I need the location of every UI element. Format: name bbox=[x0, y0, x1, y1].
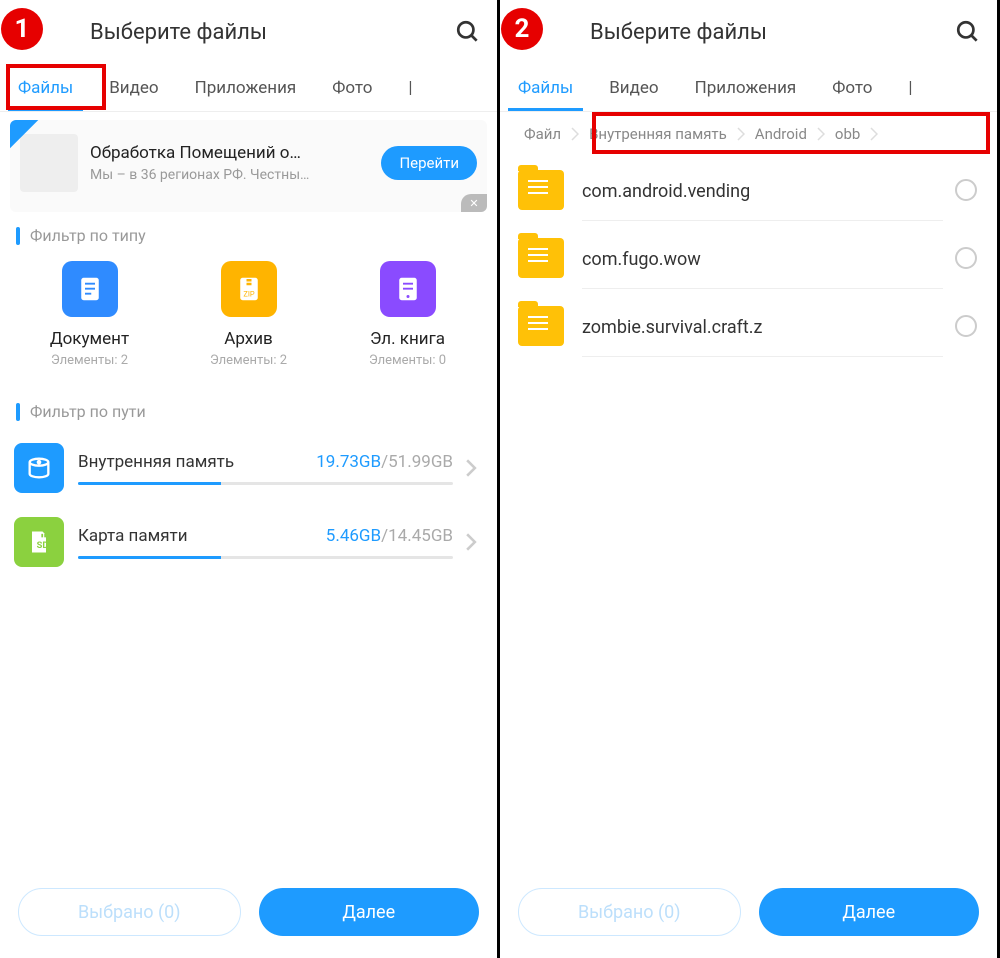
svg-text:ZIP: ZIP bbox=[243, 290, 255, 299]
sdcard-icon: SD bbox=[14, 517, 64, 567]
search-icon[interactable] bbox=[455, 19, 481, 45]
storage-info: Карта памяти 5.46GB/14.45GB bbox=[78, 526, 453, 559]
header: Выберите файлы bbox=[0, 0, 497, 64]
type-document[interactable]: Документ Элементы: 2 bbox=[20, 261, 160, 368]
type-ebook[interactable]: Эл. книга Элементы: 0 bbox=[338, 261, 478, 368]
folder-row[interactable]: zombie.survival.craft.z bbox=[500, 292, 997, 360]
archive-icon: ZIP bbox=[221, 261, 277, 317]
crumb-internal[interactable]: Внутренняя память bbox=[579, 119, 737, 149]
ebook-icon bbox=[380, 261, 436, 317]
type-label: Документ bbox=[20, 329, 160, 349]
step-badge-1: 1 bbox=[1, 8, 43, 50]
header: Выберите файлы bbox=[500, 0, 997, 64]
ad-close-icon[interactable]: ✕ bbox=[461, 194, 487, 212]
type-count: Элементы: 0 bbox=[338, 353, 478, 368]
page-title: Выберите файлы bbox=[590, 20, 955, 45]
chevron-right-icon bbox=[870, 127, 878, 141]
next-button[interactable]: Далее bbox=[259, 888, 480, 936]
step-badge-2: 2 bbox=[501, 8, 543, 50]
storage-internal[interactable]: Внутренняя память 19.73GB/51.99GB bbox=[0, 431, 497, 505]
next-button[interactable]: Далее bbox=[759, 888, 980, 936]
chevron-right-icon bbox=[465, 533, 477, 551]
folder-name: zombie.survival.craft.z bbox=[582, 313, 943, 357]
tab-files[interactable]: Файлы bbox=[500, 64, 591, 111]
tab-video[interactable]: Видео bbox=[91, 64, 176, 111]
storage-bar bbox=[78, 482, 453, 485]
tab-more[interactable]: | bbox=[890, 64, 930, 111]
ad-thumbnail bbox=[20, 134, 78, 192]
select-radio[interactable] bbox=[955, 179, 977, 201]
type-count: Элементы: 2 bbox=[179, 353, 319, 368]
disk-icon bbox=[14, 443, 64, 493]
type-label: Архив bbox=[179, 329, 319, 349]
crumb-android[interactable]: Android bbox=[745, 119, 817, 149]
ad-card[interactable]: Обработка Помещений о… Мы – в 36 региона… bbox=[10, 120, 487, 212]
storage-total: /51.99GB bbox=[381, 452, 453, 472]
crumb-root[interactable]: Файл bbox=[514, 119, 571, 149]
type-label: Эл. книга bbox=[338, 329, 478, 349]
section-filter-path: Фильтр по пути bbox=[0, 388, 497, 431]
type-filter-row: Документ Элементы: 2 ZIP Архив Элементы:… bbox=[0, 255, 497, 388]
type-archive[interactable]: ZIP Архив Элементы: 2 bbox=[179, 261, 319, 368]
storage-sdcard[interactable]: SD Карта памяти 5.46GB/14.45GB bbox=[0, 505, 497, 579]
storage-used: 19.73GB bbox=[316, 452, 381, 472]
ad-subtitle: Мы – в 36 регионах РФ. Честны… bbox=[90, 167, 373, 183]
ad-text: Обработка Помещений о… Мы – в 36 региона… bbox=[90, 143, 373, 183]
tab-files[interactable]: Файлы bbox=[0, 64, 91, 111]
crumb-obb[interactable]: obb bbox=[825, 119, 870, 149]
section-filter-type: Фильтр по типу bbox=[0, 212, 497, 255]
tab-apps[interactable]: Приложения bbox=[677, 64, 815, 111]
folder-icon bbox=[518, 238, 564, 278]
selected-count-button[interactable]: Выбрано (0) bbox=[18, 888, 241, 936]
search-icon[interactable] bbox=[955, 19, 981, 45]
svg-text:SD: SD bbox=[37, 540, 49, 551]
folder-name: com.android.vending bbox=[582, 177, 943, 221]
chevron-right-icon bbox=[465, 459, 477, 477]
storage-bar bbox=[78, 556, 453, 559]
tab-more[interactable]: | bbox=[390, 64, 430, 111]
select-radio[interactable] bbox=[955, 247, 977, 269]
storage-used: 5.46GB bbox=[326, 526, 381, 546]
folder-icon bbox=[518, 306, 564, 346]
folder-row[interactable]: com.android.vending bbox=[500, 156, 997, 224]
folder-name: com.fugo.wow bbox=[582, 245, 943, 289]
storage-name: Карта памяти bbox=[78, 526, 188, 546]
screen-2: 2 Выберите файлы Файлы Видео Приложения … bbox=[500, 0, 1000, 958]
chevron-right-icon bbox=[571, 127, 579, 141]
screen-1: 1 Выберите файлы Файлы Видео Приложения … bbox=[0, 0, 500, 958]
tabs: Файлы Видео Приложения Фото | bbox=[0, 64, 497, 112]
tabs: Файлы Видео Приложения Фото | bbox=[500, 64, 997, 112]
folder-icon bbox=[518, 170, 564, 210]
storage-name: Внутренняя память bbox=[78, 452, 234, 472]
page-title: Выберите файлы bbox=[90, 20, 455, 45]
storage-total: /14.45GB bbox=[381, 526, 453, 546]
type-count: Элементы: 2 bbox=[20, 353, 160, 368]
tab-photo[interactable]: Фото bbox=[314, 64, 390, 111]
select-radio[interactable] bbox=[955, 315, 977, 337]
document-icon bbox=[62, 261, 118, 317]
storage-info: Внутренняя память 19.73GB/51.99GB bbox=[78, 452, 453, 485]
ad-title: Обработка Помещений о… bbox=[90, 143, 373, 163]
folder-row[interactable]: com.fugo.wow bbox=[500, 224, 997, 292]
chevron-right-icon bbox=[737, 127, 745, 141]
selected-count-button[interactable]: Выбрано (0) bbox=[518, 888, 741, 936]
chevron-right-icon bbox=[817, 127, 825, 141]
tab-photo[interactable]: Фото bbox=[814, 64, 890, 111]
footer: Выбрано (0) Далее bbox=[500, 874, 997, 958]
footer: Выбрано (0) Далее bbox=[0, 874, 497, 958]
ad-go-button[interactable]: Перейти bbox=[381, 146, 477, 180]
breadcrumb: Файл Внутренняя память Android obb bbox=[500, 112, 997, 156]
tab-apps[interactable]: Приложения bbox=[177, 64, 315, 111]
tab-video[interactable]: Видео bbox=[591, 64, 676, 111]
